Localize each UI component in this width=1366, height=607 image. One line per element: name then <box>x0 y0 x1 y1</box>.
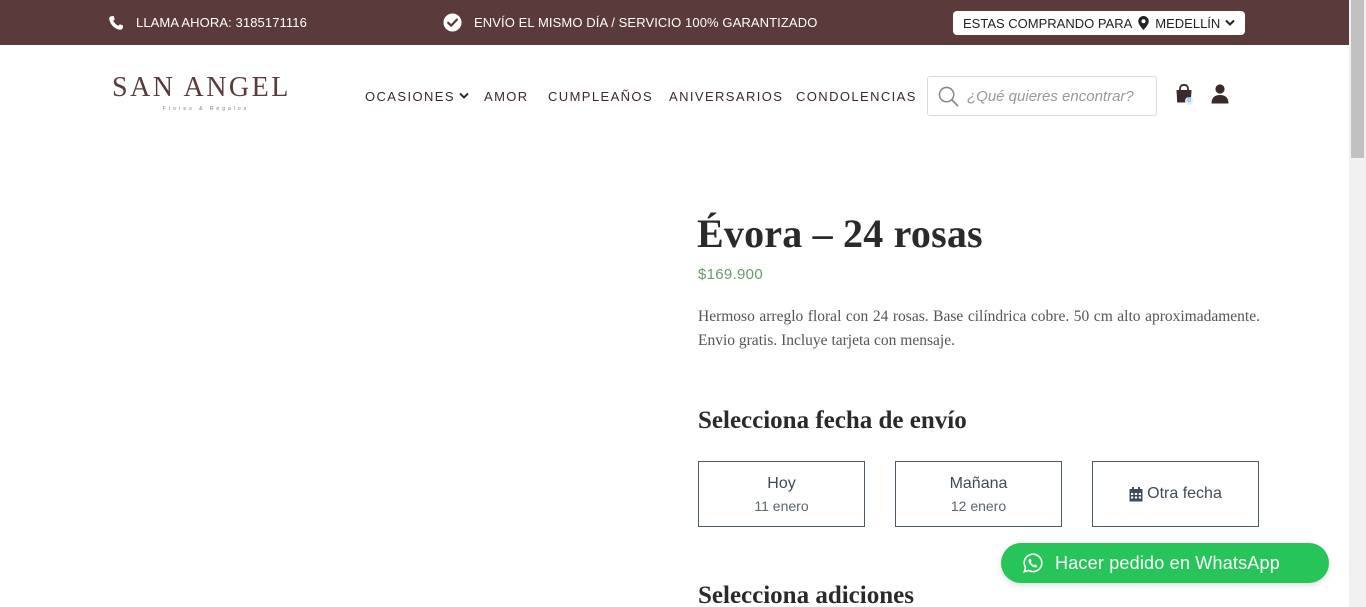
nav-item-ocasiones[interactable]: OCASIONES <box>365 86 469 106</box>
date-option-label: Hoy <box>767 474 796 492</box>
date-option-tomorrow[interactable]: Mañana 12 enero <box>895 461 1062 527</box>
date-option-today[interactable]: Hoy 11 enero <box>698 461 865 527</box>
nav-item-aniversarios[interactable]: ANIVERSARIOS <box>669 86 783 106</box>
date-option-date: 12 enero <box>950 497 1007 514</box>
date-option-date: 11 enero <box>754 497 809 514</box>
logo-tagline: Flores & Regalos <box>162 106 250 112</box>
guarantee-text: ENVÍO EL MISMO DÍA / SERVICIO 100% GARAN… <box>474 15 818 30</box>
cart-count-badge: 0 <box>1185 97 1193 105</box>
guarantee-banner: ENVÍO EL MISMO DÍA / SERVICIO 100% GARAN… <box>443 0 817 45</box>
scrollbar-thumb[interactable] <box>1351 0 1364 158</box>
addons-heading: Selecciona adiciones <box>698 582 914 607</box>
date-option-label: Mañana <box>949 474 1008 492</box>
nav-label: AMOR <box>484 88 529 104</box>
page-scrollbar[interactable] <box>1349 0 1366 607</box>
nav-item-condolencias[interactable]: CONDOLENCIAS <box>796 86 917 106</box>
nav-label: OCASIONES <box>365 88 455 104</box>
whatsapp-order-button[interactable]: Hacer pedido en WhatsApp <box>1001 543 1329 583</box>
search-box <box>927 76 1157 116</box>
date-option-label: Otra fecha <box>1147 485 1222 502</box>
map-pin-icon <box>1138 16 1150 30</box>
phone-icon <box>108 15 124 31</box>
chevron-down-icon <box>459 92 469 100</box>
phone-text: LLAMA AHORA: 3185171116 <box>136 15 307 30</box>
product-price: $169.900 <box>698 266 763 283</box>
location-selector[interactable]: ESTAS COMPRANDO PARA MEDELLÍN <box>953 11 1245 35</box>
top-bar: LLAMA AHORA: 3185171116 ENVÍO EL MISMO D… <box>0 0 1349 45</box>
nav-label: ANIVERSARIOS <box>669 88 784 104</box>
logo-brand: SAN ANGEL <box>112 72 291 103</box>
phone-contact[interactable]: LLAMA AHORA: 3185171116 <box>108 0 307 45</box>
user-account-button[interactable] <box>1211 84 1229 104</box>
delivery-date-heading: Selecciona fecha de envío <box>698 407 967 434</box>
user-icon <box>1211 84 1229 108</box>
product-description: Hermoso arreglo floral con 24 rosas. Bas… <box>698 308 1260 349</box>
location-prefix: ESTAS COMPRANDO PARA <box>963 15 1133 31</box>
nav-label: CONDOLENCIAS <box>796 88 917 104</box>
date-option-other[interactable]: Otra fecha <box>1092 461 1259 527</box>
search-icon[interactable] <box>938 86 959 107</box>
search-input[interactable] <box>967 87 1147 105</box>
location-city: MEDELLÍN <box>1155 15 1221 31</box>
nav-item-cumpleanos[interactable]: CUMPLEAÑOS <box>548 86 653 106</box>
whatsapp-icon <box>1023 553 1043 573</box>
whatsapp-label: Hacer pedido en WhatsApp <box>1055 552 1280 573</box>
check-circle-icon <box>443 13 462 32</box>
cart-button[interactable]: 0 <box>1175 83 1195 106</box>
site-logo[interactable]: SAN ANGEL Flores & Regalos <box>112 72 291 118</box>
nav-item-amor[interactable]: AMOR <box>484 86 529 106</box>
calendar-icon <box>1129 486 1143 502</box>
nav-label: CUMPLEAÑOS <box>548 88 654 104</box>
product-title: Évora – 24 rosas <box>697 211 983 256</box>
chevron-down-icon <box>1225 19 1236 27</box>
